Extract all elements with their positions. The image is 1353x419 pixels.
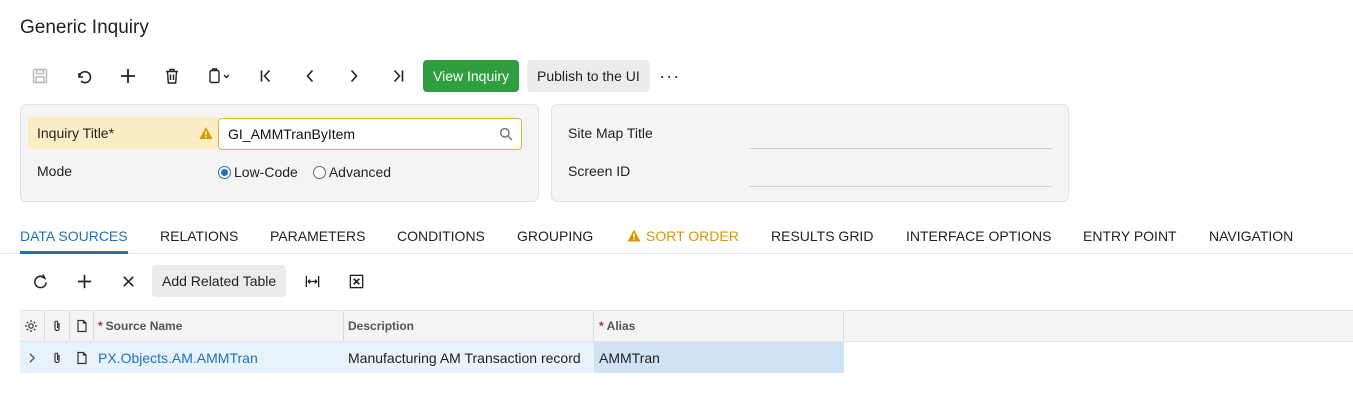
add-row-icon[interactable] (62, 265, 106, 297)
column-separator (593, 311, 594, 341)
last-record-icon[interactable] (376, 60, 420, 92)
save-icon[interactable] (18, 60, 62, 92)
site-map-panel: Site Map Title Screen ID (551, 104, 1069, 202)
mode-radio-group: Low-Code Advanced (218, 163, 406, 181)
refresh-icon[interactable] (18, 265, 62, 297)
note-header-icon (75, 311, 89, 341)
active-tab-indicator (20, 251, 128, 254)
add-related-table-button[interactable]: Add Related Table (152, 265, 287, 297)
first-record-icon[interactable] (244, 60, 288, 92)
copy-paste-icon[interactable] (194, 60, 244, 92)
column-separator (343, 311, 344, 341)
data-sources-grid: * Source Name Description * Alias PX.Objec… (20, 310, 1353, 373)
page-title: Generic Inquiry (20, 17, 149, 38)
grid-header-row: * Source Name Description * Alias (20, 310, 1353, 342)
tab-data-sources[interactable]: DATA SOURCES (20, 228, 128, 244)
search-icon[interactable] (499, 127, 513, 141)
tab-bar: DATA SOURCES RELATIONS PARAMETERS CONDIT… (0, 222, 1353, 254)
tab-sort-order[interactable]: SORT ORDER (627, 228, 739, 244)
more-actions-icon[interactable]: ··· (650, 60, 690, 92)
column-separator (44, 311, 45, 341)
add-icon[interactable] (106, 60, 150, 92)
tab-conditions[interactable]: CONDITIONS (397, 228, 485, 244)
tab-sort-order-label: SORT ORDER (646, 228, 739, 244)
header-description[interactable]: Description (348, 311, 588, 341)
publish-to-ui-button[interactable]: Publish to the UI (527, 60, 650, 92)
column-separator (843, 311, 844, 341)
delete-icon[interactable] (150, 60, 194, 92)
expand-row-icon[interactable] (26, 342, 38, 373)
alias-cell[interactable]: AMMTran (594, 342, 844, 373)
next-record-icon[interactable] (332, 60, 376, 92)
view-inquiry-button[interactable]: View Inquiry (423, 60, 520, 92)
site-map-title-field[interactable] (749, 148, 1052, 149)
mode-advanced-label[interactable]: Advanced (329, 164, 391, 180)
grid-settings-icon[interactable] (24, 311, 40, 341)
column-separator (93, 311, 94, 341)
previous-record-icon[interactable] (288, 60, 332, 92)
screen-id-label: Screen ID (568, 163, 631, 179)
mode-advanced-radio[interactable] (312, 165, 326, 179)
attachment-icon[interactable] (50, 342, 64, 373)
header-alias[interactable]: * Alias (599, 311, 839, 341)
warning-icon (199, 127, 213, 139)
tab-entry-point[interactable]: ENTRY POINT (1083, 228, 1177, 244)
main-toolbar: View Inquiry Publish to the UI ··· (18, 60, 690, 92)
source-name-cell[interactable]: PX.Objects.AM.AMMTran (98, 342, 342, 373)
delete-row-icon[interactable] (106, 265, 150, 297)
tab-navigation[interactable]: NAVIGATION (1209, 228, 1293, 244)
attachment-header-icon (50, 311, 64, 341)
screen-id-field[interactable] (749, 186, 1052, 187)
tab-interface-options[interactable]: INTERFACE OPTIONS (906, 228, 1051, 244)
inquiry-title-value: GI_AMMTranByItem (228, 126, 356, 142)
fit-columns-icon[interactable] (290, 265, 334, 297)
mode-low-code-label[interactable]: Low-Code (234, 164, 298, 180)
tab-relations[interactable]: RELATIONS (160, 228, 238, 244)
export-excel-icon[interactable] (334, 265, 378, 297)
header-source-name[interactable]: * Source Name (98, 311, 338, 341)
inquiry-title-input[interactable]: GI_AMMTranByItem (218, 118, 522, 150)
site-map-title-label: Site Map Title (568, 125, 653, 141)
summary-panel: Inquiry Title* GI_AMMTranByItem Mode Low… (20, 104, 539, 202)
mode-low-code-radio[interactable] (218, 165, 231, 179)
description-cell[interactable]: Manufacturing AM Transaction record (348, 342, 592, 373)
tab-grouping[interactable]: GROUPING (517, 228, 593, 244)
tab-results-grid[interactable]: RESULTS GRID (771, 228, 873, 244)
warning-icon (627, 229, 641, 242)
undo-icon[interactable] (62, 60, 106, 92)
inquiry-title-label: Inquiry Title* (37, 125, 115, 141)
column-separator (69, 311, 70, 341)
grid-toolbar: Add Related Table (18, 265, 378, 297)
tab-parameters[interactable]: PARAMETERS (270, 228, 365, 244)
note-icon[interactable] (75, 342, 89, 373)
mode-label: Mode (37, 163, 73, 179)
table-row[interactable]: PX.Objects.AM.AMMTran Manufacturing AM T… (20, 342, 844, 373)
